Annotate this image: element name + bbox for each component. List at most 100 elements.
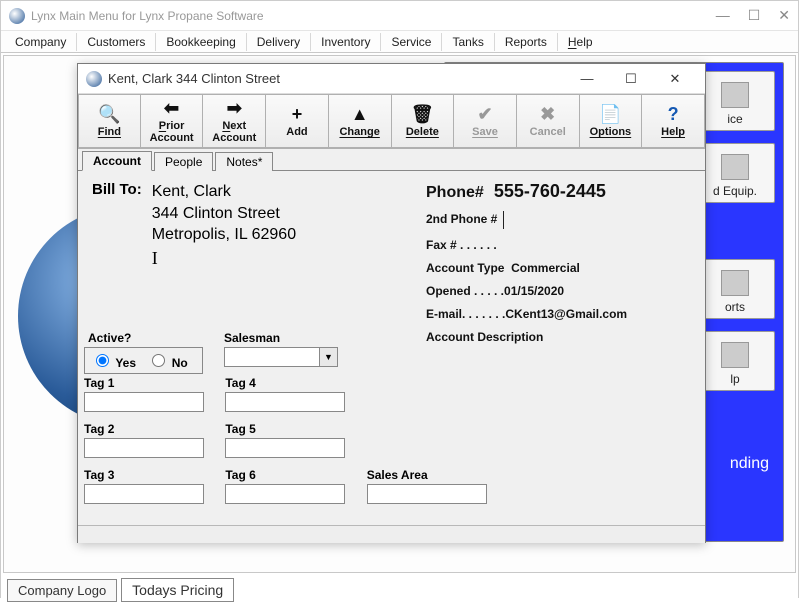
triangle-icon: ▲ <box>351 104 369 124</box>
tab-account[interactable]: Account <box>82 151 152 171</box>
side-button-equip[interactable]: d Equip. <box>695 143 775 203</box>
next-account-button[interactable]: ➡NextAccount <box>203 94 266 148</box>
menu-bookkeeping[interactable]: Bookkeeping <box>156 33 246 51</box>
salesman-group: Salesman ▼ <box>224 331 338 367</box>
dialog-toolbar: 🔍Find ⬅PriorAccount ➡NextAccount +Add ▲C… <box>78 94 705 149</box>
list-icon: 📄 <box>599 104 621 124</box>
tab-todays-pricing[interactable]: Todays Pricing <box>121 578 234 602</box>
tag1-label: Tag 1 <box>84 376 204 390</box>
side-button-label: ice <box>727 112 742 126</box>
dialog-maximize-icon[interactable]: ☐ <box>609 65 653 93</box>
salesman-combo[interactable]: ▼ <box>224 347 338 367</box>
tag5-input[interactable] <box>225 438 345 458</box>
active-label: Active? <box>84 331 203 345</box>
addr-street: 344 Clinton Street <box>152 203 296 225</box>
tag2-input[interactable] <box>84 438 204 458</box>
phone-value: 555-760-2445 <box>494 181 606 201</box>
tag-grid: Tag 1 Tag 4 Tag 2 Tag 5 Tag 3 Tag 6 Sale… <box>84 376 505 514</box>
menu-reports[interactable]: Reports <box>495 33 558 51</box>
wrench-icon <box>721 82 749 108</box>
customer-dialog: Kent, Clark 344 Clinton Street — ☐ ✕ 🔍Fi… <box>77 63 706 543</box>
dialog-body: Bill To: Kent, Clark 344 Clinton Street … <box>78 171 705 525</box>
side-button-help[interactable]: lp <box>695 331 775 391</box>
help-button[interactable]: ?Help <box>642 94 705 148</box>
account-type-value: Commercial <box>511 261 580 275</box>
account-details: Phone# 555-760-2445 2nd Phone # Fax # . … <box>426 181 627 353</box>
change-button[interactable]: ▲Change <box>329 94 392 148</box>
find-button[interactable]: 🔍Find <box>78 94 141 148</box>
dialog-statusbar <box>78 525 705 543</box>
dialog-title: Kent, Clark 344 Clinton Street <box>108 71 565 86</box>
menu-tanks[interactable]: Tanks <box>442 33 494 51</box>
check-icon: ✔ <box>477 104 492 124</box>
addr-citystate: Metropolis, IL 62960 <box>152 224 296 246</box>
close-icon[interactable]: ✕ <box>778 7 790 24</box>
bottom-tabs: Company Logo Todays Pricing <box>1 575 798 601</box>
side-button-label: lp <box>730 372 739 386</box>
tag2-label: Tag 2 <box>84 422 204 436</box>
main-window-controls: — ☐ ✕ <box>716 7 790 24</box>
side-button-reports[interactable]: orts <box>695 259 775 319</box>
addr-name: Kent, Clark <box>152 181 296 203</box>
chevron-down-icon[interactable]: ▼ <box>320 347 338 367</box>
dialog-titlebar[interactable]: Kent, Clark 344 Clinton Street — ☐ ✕ <box>78 64 705 94</box>
bill-to-label: Bill To: <box>92 181 142 268</box>
side-button-service[interactable]: ice <box>695 71 775 131</box>
tab-notes[interactable]: Notes* <box>215 152 273 171</box>
main-titlebar: Lynx Main Menu for Lynx Propane Software… <box>1 1 798 31</box>
tag6-input[interactable] <box>225 484 345 504</box>
tag3-input[interactable] <box>84 484 204 504</box>
plus-icon: + <box>292 104 303 124</box>
radio-no[interactable] <box>152 354 165 367</box>
active-group: Active? Yes No <box>84 331 203 374</box>
sales-area-label: Sales Area <box>367 468 487 482</box>
radio-yes[interactable] <box>96 354 109 367</box>
phone-label: Phone# <box>426 184 484 201</box>
sales-area-input[interactable] <box>367 484 487 504</box>
tab-people[interactable]: People <box>154 152 213 171</box>
tag1-input[interactable] <box>84 392 204 412</box>
dialog-minimize-icon[interactable]: — <box>565 65 609 93</box>
add-button[interactable]: +Add <box>266 94 329 148</box>
x-icon: ✖ <box>540 104 555 124</box>
menubar: Company Customers Bookkeeping Delivery I… <box>1 31 798 53</box>
trash-icon: 🗑 <box>411 104 434 124</box>
tag6-label: Tag 6 <box>225 468 345 482</box>
options-button[interactable]: 📄Options <box>580 94 643 148</box>
panel-text: nding <box>730 455 769 473</box>
prior-account-button[interactable]: ⬅PriorAccount <box>141 94 204 148</box>
tag4-label: Tag 4 <box>225 376 345 390</box>
account-type-label: Account Type <box>426 261 504 275</box>
tag3-label: Tag 3 <box>84 468 204 482</box>
dialog-tabs: Account People Notes* <box>78 149 705 171</box>
maximize-icon[interactable]: ☐ <box>748 7 761 24</box>
phone2-cursor <box>503 211 504 229</box>
bill-to-address: Kent, Clark 344 Clinton Street Metropoli… <box>152 181 296 268</box>
dialog-close-icon[interactable]: ✕ <box>653 65 697 93</box>
menu-customers[interactable]: Customers <box>77 33 156 51</box>
side-button-label: d Equip. <box>713 184 757 198</box>
description-label: Account Description <box>426 330 543 344</box>
magnifier-icon: 🔍 <box>98 104 120 124</box>
main-title: Lynx Main Menu for Lynx Propane Software <box>31 9 716 23</box>
menu-company[interactable]: Company <box>5 33 77 51</box>
help-icon <box>721 342 749 368</box>
tanks-icon <box>721 154 749 180</box>
active-no-radio[interactable]: No <box>147 356 187 370</box>
salesman-label: Salesman <box>224 331 338 345</box>
delete-button[interactable]: 🗑Delete <box>392 94 455 148</box>
salesman-input[interactable] <box>224 347 320 367</box>
tag4-input[interactable] <box>225 392 345 412</box>
tab-company-logo[interactable]: Company Logo <box>7 579 117 602</box>
tag5-label: Tag 5 <box>225 422 345 436</box>
menu-inventory[interactable]: Inventory <box>311 33 381 51</box>
save-button: ✔Save <box>454 94 517 148</box>
email-label: E-mail. . . . . . . <box>426 307 505 321</box>
menu-help[interactable]: Help <box>558 33 603 51</box>
minimize-icon[interactable]: — <box>716 7 730 24</box>
menu-delivery[interactable]: Delivery <box>247 33 311 51</box>
active-yes-radio[interactable]: Yes <box>91 356 136 370</box>
cancel-button: ✖Cancel <box>517 94 580 148</box>
menu-service[interactable]: Service <box>381 33 442 51</box>
opened-value: 01/15/2020 <box>504 284 564 298</box>
